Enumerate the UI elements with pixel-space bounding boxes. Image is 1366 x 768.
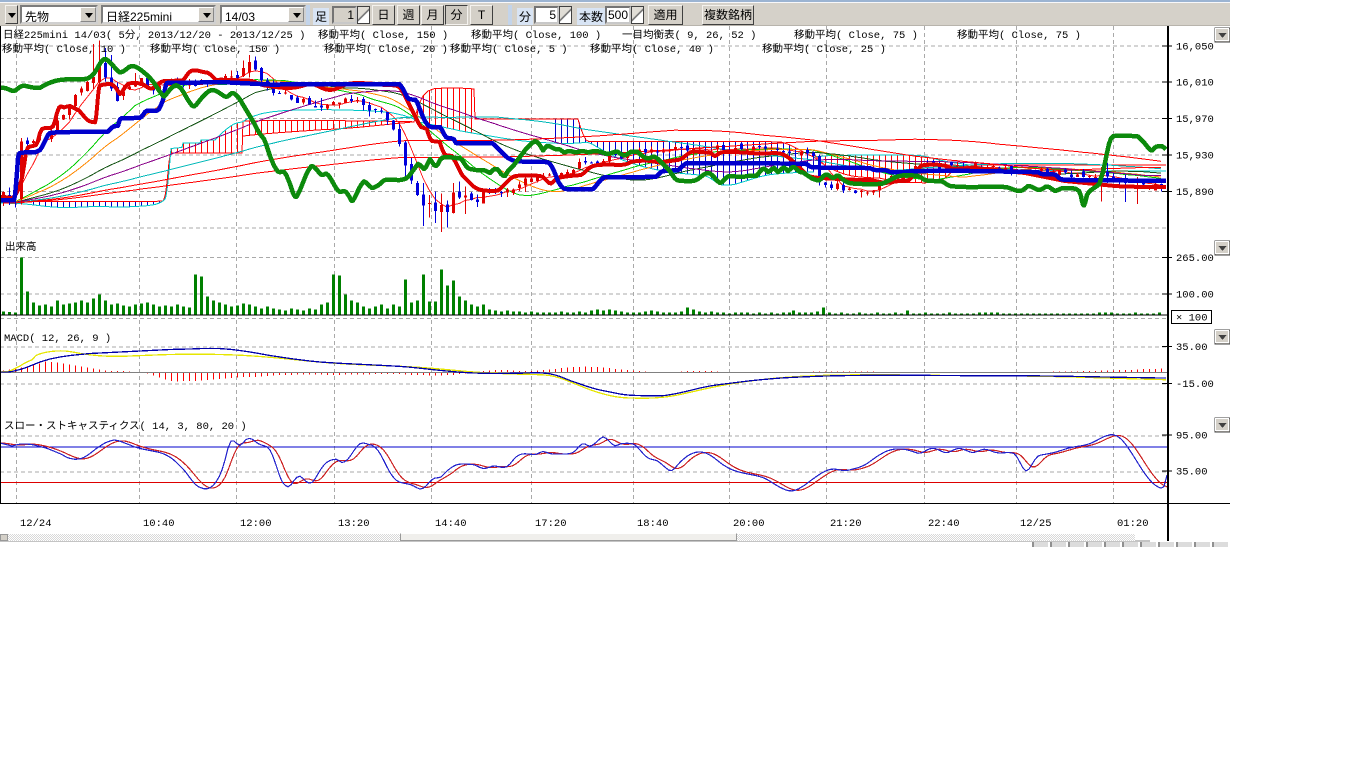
svg-text:35.00: 35.00	[1176, 467, 1208, 479]
svg-text:移動平均( Close, 150 ): 移動平均( Close, 150 )	[318, 27, 448, 42]
svg-text:14:40: 14:40	[435, 518, 467, 530]
svg-text:出来高: 出来高	[5, 239, 37, 254]
svg-text:12/24: 12/24	[20, 518, 52, 530]
svg-text:-15.00: -15.00	[1176, 379, 1214, 391]
svg-text:一目均衡表( 9, 26, 52 ): 一目均衡表( 9, 26, 52 )	[622, 27, 756, 42]
svg-text:265.00: 265.00	[1176, 253, 1214, 265]
svg-text:15,890: 15,890	[1176, 187, 1214, 199]
svg-text:100.00: 100.00	[1176, 290, 1214, 302]
svg-text:15,970: 15,970	[1176, 114, 1214, 126]
svg-text:日経225mini 14/03( 5分, 2013/12/2: 日経225mini 14/03( 5分, 2013/12/20 - 2013/1…	[3, 27, 305, 42]
svg-text:移動平均( Close, 40 ): 移動平均( Close, 40 )	[590, 41, 714, 56]
svg-text:12/25: 12/25	[1020, 518, 1052, 530]
svg-text:移動平均( Close, 150 ): 移動平均( Close, 150 )	[150, 41, 280, 56]
svg-text:22:40: 22:40	[928, 518, 960, 530]
svg-text:移動平均( Close, 75 ): 移動平均( Close, 75 )	[957, 27, 1081, 42]
svg-text:移動平均( Close, 20 ): 移動平均( Close, 20 )	[324, 41, 448, 56]
svg-text:01:20: 01:20	[1117, 518, 1149, 530]
svg-text:35.00: 35.00	[1176, 342, 1208, 354]
svg-text:20:00: 20:00	[733, 518, 765, 530]
svg-text:16,050: 16,050	[1176, 42, 1214, 54]
svg-text:スロー・ストキャスティクス( 14, 3, 80, 20 ): スロー・ストキャスティクス( 14, 3, 80, 20 )	[4, 418, 247, 433]
svg-text:15,930: 15,930	[1176, 151, 1214, 163]
svg-text:移動平均( Close, 25 ): 移動平均( Close, 25 )	[762, 41, 886, 56]
svg-text:移動平均( Close, 5 ): 移動平均( Close, 5 )	[450, 41, 568, 56]
svg-text:移動平均( Close, 100 ): 移動平均( Close, 100 )	[471, 27, 601, 42]
svg-text:移動平均( Close, 10 ): 移動平均( Close, 10 )	[2, 41, 126, 56]
svg-text:10:40: 10:40	[143, 518, 175, 530]
svg-text:21:20: 21:20	[830, 518, 862, 530]
svg-text:17:20: 17:20	[535, 518, 567, 530]
svg-text:× 100: × 100	[1176, 313, 1208, 325]
svg-text:移動平均( Close, 75 ): 移動平均( Close, 75 )	[794, 27, 918, 42]
svg-text:12:00: 12:00	[240, 518, 272, 530]
svg-text:16,010: 16,010	[1176, 78, 1214, 90]
svg-text:MACD( 12, 26, 9 ): MACD( 12, 26, 9 )	[4, 333, 111, 345]
svg-text:18:40: 18:40	[637, 518, 669, 530]
svg-text:13:20: 13:20	[338, 518, 370, 530]
svg-text:95.00: 95.00	[1176, 431, 1208, 443]
